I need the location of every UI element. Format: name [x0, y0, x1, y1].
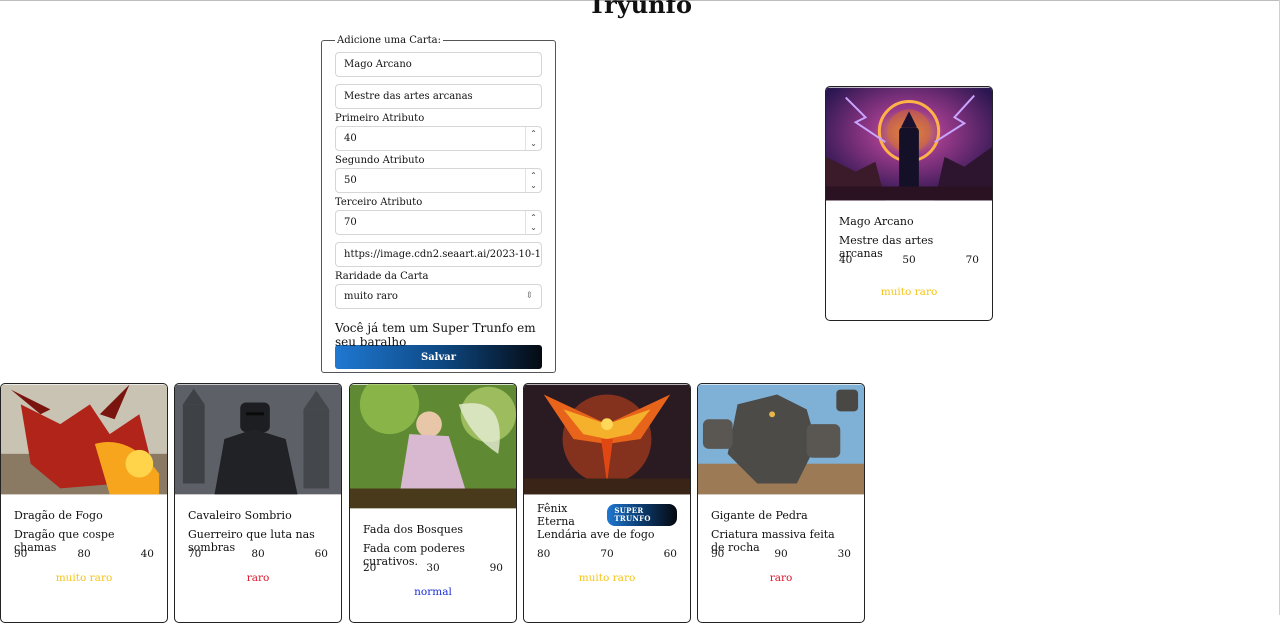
card-name-input[interactable]: Mago Arcano	[335, 52, 542, 77]
attr3-input[interactable]: 70 ⌃ ⌄	[335, 210, 542, 235]
deck-card-dark-knight: Cavaleiro Sombrio Guerreiro que luta nas…	[174, 383, 342, 623]
deck-card-attr3: 60	[663, 548, 677, 560]
chevron-up-icon[interactable]: ⌃	[530, 213, 537, 223]
deck-card-attr2: 70	[600, 548, 614, 560]
super-trunfo-message: Você já tem um Super Trunfo em seu baral…	[335, 321, 536, 349]
chevron-up-icon[interactable]: ⌃	[530, 129, 537, 139]
deck-card-name-text: Fada dos Bosques	[363, 522, 463, 536]
attr3-value: 70	[344, 217, 357, 228]
deck-card-description: Lendária ave de fogo	[537, 528, 655, 541]
deck-card-description: Dragão que cospe chamas	[14, 528, 115, 554]
preview-card: Mago Arcano Mestre das artes arcanas 40 …	[825, 86, 993, 321]
deck-card-rarity: muito raro	[578, 572, 636, 584]
chevron-up-icon[interactable]: ⌃	[530, 171, 537, 181]
dragon-image	[1, 384, 167, 495]
card-image-input[interactable]: https://image.cdn2.seaart.ai/2023-10-17/…	[335, 242, 542, 267]
deck-card-attr1: 80	[537, 548, 551, 560]
preview-card-body: Mago Arcano Mestre das artes arcanas 40 …	[826, 214, 992, 299]
preview-card-name-text: Mago Arcano	[839, 214, 914, 228]
preview-attr1: 40	[839, 254, 853, 266]
rarity-select[interactable]: muito raro ⇕	[335, 284, 542, 309]
preview-card-description: Mestre das artes arcanas	[839, 234, 934, 260]
deck-card-rarity: raro	[246, 572, 270, 584]
deck-card-attr2: 30	[426, 562, 440, 574]
attr3-stepper[interactable]: ⌃ ⌄	[525, 211, 541, 234]
deck-card-name-text: Dragão de Fogo	[14, 508, 103, 522]
deck-card-name: Fênix Eterna SUPER TRUNFO	[537, 502, 677, 528]
deck-card-rarity: raro	[769, 572, 793, 584]
deck-card-attr1: 90	[711, 548, 725, 560]
deck-card-attr2: 80	[77, 548, 91, 560]
attr2-value: 50	[344, 175, 357, 186]
deck-card-attr3: 40	[140, 548, 154, 560]
super-trunfo-badge: SUPER TRUNFO	[607, 504, 677, 526]
preview-card-name: Mago Arcano	[839, 214, 979, 228]
deck-card-rarity: muito raro	[55, 572, 113, 584]
add-card-form: Adicione uma Carta: Mago Arcano Mestre d…	[321, 35, 556, 373]
deck-card-phoenix: Fênix Eterna SUPER TRUNFO Lendária ave d…	[523, 383, 691, 623]
deck-card-name: Fada dos Bosques	[363, 522, 503, 536]
deck-card-rarity: normal	[414, 586, 452, 598]
form-legend: Adicione uma Carta:	[337, 35, 441, 46]
deck-card-stone-giant: Gigante de Pedra Criatura massiva feita …	[697, 383, 865, 623]
deck-card-attr3: 90	[489, 562, 503, 574]
preview-card-rarity: muito raro	[880, 286, 938, 298]
deck-card-attr1: 20	[363, 562, 377, 574]
deck-card-attr3: 60	[314, 548, 328, 560]
deck-card-description: Guerreiro que luta nas sombras	[188, 528, 315, 554]
chevron-down-icon[interactable]: ⌄	[530, 223, 537, 233]
deck-card-description: Fada com poderes curativos.	[363, 542, 465, 568]
preview-attr2: 50	[902, 254, 916, 266]
preview-attr3: 70	[965, 254, 979, 266]
deck-card-attributes: 80 70 60	[537, 548, 677, 562]
card-image-value: https://image.cdn2.seaart.ai/2023-10-17/…	[344, 249, 542, 260]
page-title: Tryunfo	[588, 0, 692, 19]
fairy-image	[350, 384, 516, 509]
deck-card-attr2: 90	[774, 548, 788, 560]
attr2-input[interactable]: 50 ⌃ ⌄	[335, 168, 542, 193]
chevron-down-icon[interactable]: ⌄	[530, 181, 537, 191]
attr1-input[interactable]: 40 ⌃ ⌄	[335, 126, 542, 151]
deck-card-name: Gigante de Pedra	[711, 508, 851, 522]
deck-card-dragon: Dragão de Fogo Dragão que cospe chamas 9…	[0, 383, 168, 623]
attr1-stepper[interactable]: ⌃ ⌄	[525, 127, 541, 150]
deck-card-attr1: 90	[14, 548, 28, 560]
chevron-down-icon[interactable]: ⌄	[530, 139, 537, 149]
attr2-label: Segundo Atributo	[335, 155, 425, 166]
deck-card-name-text: Gigante de Pedra	[711, 508, 808, 522]
attr3-label: Terceiro Atributo	[335, 197, 423, 208]
card-name-value: Mago Arcano	[344, 59, 412, 70]
wizard-image	[826, 87, 992, 201]
deck-card-name: Dragão de Fogo	[14, 508, 154, 522]
card-description-value: Mestre das artes arcanas	[344, 91, 473, 102]
deck-card-name-text: Fênix Eterna	[537, 502, 575, 528]
rarity-label: Raridade da Carta	[335, 271, 429, 282]
deck-card-fairy: Fada dos Bosques Fada com poderes curati…	[349, 383, 517, 623]
deck-card-description: Criatura massiva feita de rocha	[711, 528, 835, 554]
attr1-value: 40	[344, 133, 357, 144]
deck-card-name-text: Cavaleiro Sombrio	[188, 508, 292, 522]
deck-card-attr1: 70	[188, 548, 202, 560]
card-description-input[interactable]: Mestre das artes arcanas	[335, 84, 542, 109]
knight-image	[175, 384, 341, 495]
select-updown-icon: ⇕	[525, 291, 533, 301]
attr2-stepper[interactable]: ⌃ ⌄	[525, 169, 541, 192]
attr1-label: Primeiro Atributo	[335, 113, 425, 124]
deck-card-attr3: 30	[837, 548, 851, 560]
deck-card-name: Cavaleiro Sombrio	[188, 508, 328, 522]
deck-card-attr2: 80	[251, 548, 265, 560]
phoenix-image	[524, 384, 690, 495]
giant-image	[698, 384, 864, 495]
rarity-selected-value: muito raro	[344, 291, 398, 302]
